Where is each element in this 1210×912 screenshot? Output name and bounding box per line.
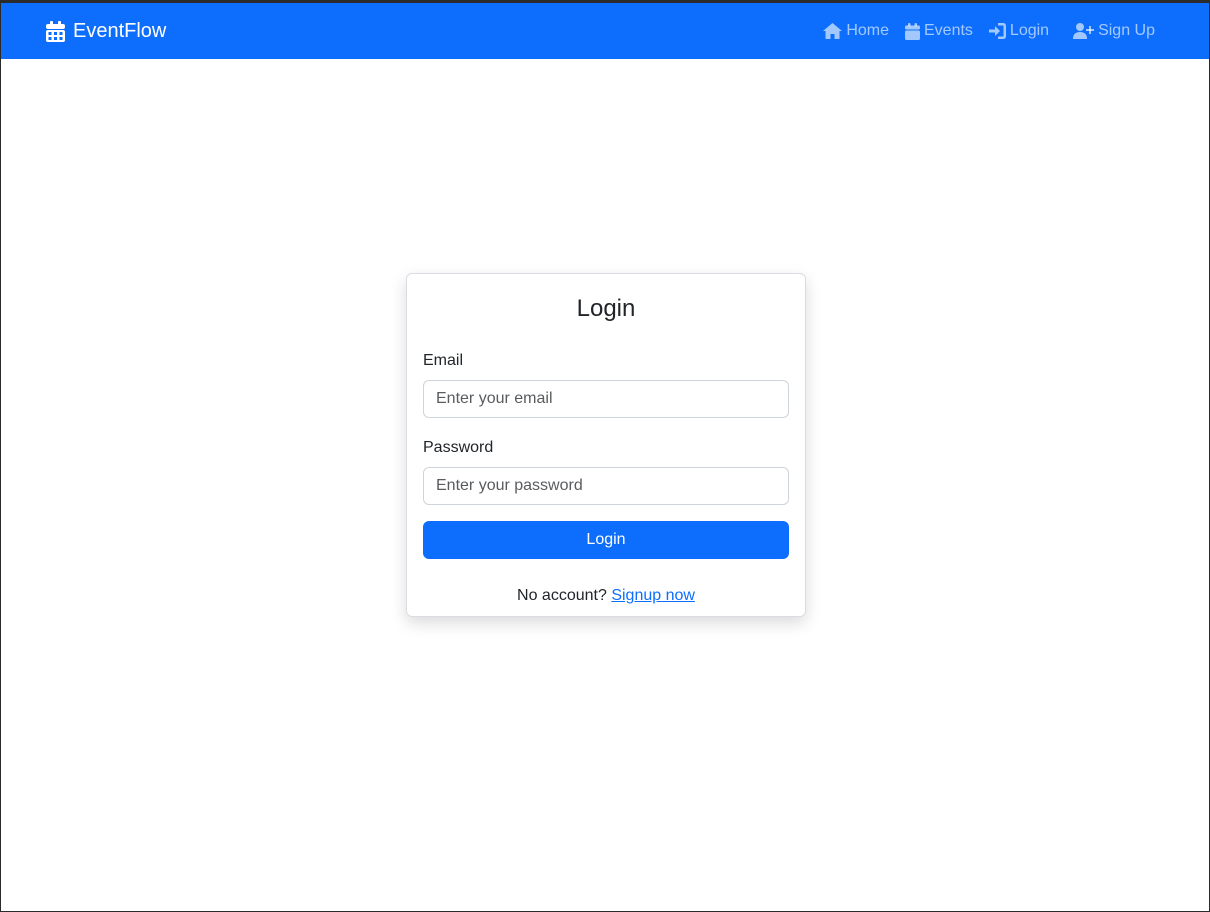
signup-prompt-row: No account? Signup now — [423, 587, 789, 605]
password-label: Password — [423, 439, 494, 456]
brand-link[interactable]: EventFlow — [46, 3, 166, 59]
password-input[interactable] — [423, 467, 789, 505]
nav-signup-link[interactable]: Sign Up — [1073, 22, 1155, 40]
brand-name: EventFlow — [73, 19, 167, 42]
signup-prompt-text: No account? — [517, 587, 607, 604]
email-label: Email — [423, 352, 464, 369]
nav-events-link[interactable]: Events — [905, 22, 973, 40]
nav-links: Home Events Login Sign Up — [807, 3, 1155, 59]
login-button[interactable]: Login — [423, 521, 789, 559]
nav-home-label: Home — [846, 22, 889, 39]
nav-events-label: Events — [924, 22, 973, 39]
signup-now-link[interactable]: Signup now — [611, 587, 695, 604]
nav-home-link[interactable]: Home — [823, 22, 889, 40]
calendar-icon — [905, 22, 920, 40]
login-card: Login Email Password Login No account? S… — [406, 273, 806, 617]
calendar-icon — [46, 20, 65, 42]
nav-login-link[interactable]: Login — [988, 22, 1050, 40]
sign-in-icon — [988, 23, 1006, 39]
user-plus-icon — [1073, 23, 1095, 39]
home-icon — [823, 23, 843, 39]
top-navbar: EventFlow Home Events Login Sign Up — [1, 3, 1209, 59]
login-title: Login — [576, 295, 636, 322]
email-input[interactable] — [423, 380, 789, 418]
nav-signup-label: Sign Up — [1098, 22, 1155, 39]
nav-login-label: Login — [1009, 22, 1050, 39]
